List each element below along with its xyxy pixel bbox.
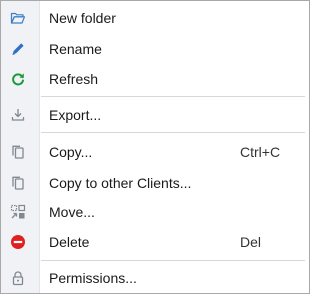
menu-item-label: Permissions... [49, 270, 137, 286]
menu-item-delete[interactable]: Delete Del [1, 227, 309, 257]
menu-item-refresh[interactable]: Refresh [1, 64, 309, 94]
menu-item-label: New folder [49, 10, 116, 26]
menu-separator [41, 132, 305, 133]
menu-item-permissions[interactable]: Permissions... [1, 263, 309, 293]
export-download-icon [10, 107, 26, 123]
menu-item-label: Export... [49, 107, 102, 123]
menu-item-label: Rename [49, 41, 102, 57]
context-menu: New folder Rename Refresh Export... Copy… [0, 0, 310, 294]
shortcut-text: Del [240, 234, 262, 250]
menu-item-label: Refresh [49, 71, 99, 87]
menu-item-label: Copy... [49, 144, 93, 160]
menu-separator [41, 96, 305, 97]
copy-to-clients-icon [10, 175, 26, 191]
shortcut-text: Ctrl+C [240, 144, 281, 160]
menu-item-new-folder[interactable]: New folder [1, 3, 309, 33]
lock-icon [10, 270, 26, 286]
menu-item-export[interactable]: Export... [1, 100, 309, 130]
delete-icon [10, 234, 26, 250]
refresh-icon [10, 71, 26, 87]
menu-item-label: Delete [49, 234, 90, 250]
pencil-icon [10, 41, 26, 57]
menu-separator [41, 260, 305, 261]
menu-item-label: Move... [49, 204, 95, 220]
menu-item-copy[interactable]: Copy... Ctrl+C [1, 137, 309, 167]
menu-item-label: Copy to other Clients... [49, 175, 192, 191]
menu-item-copy-to-clients[interactable]: Copy to other Clients... [1, 168, 309, 198]
move-icon [10, 204, 26, 220]
folder-open-icon [10, 10, 26, 26]
menu-item-rename[interactable]: Rename [1, 34, 309, 64]
copy-icon [10, 144, 26, 160]
menu-item-move[interactable]: Move... [1, 197, 309, 227]
